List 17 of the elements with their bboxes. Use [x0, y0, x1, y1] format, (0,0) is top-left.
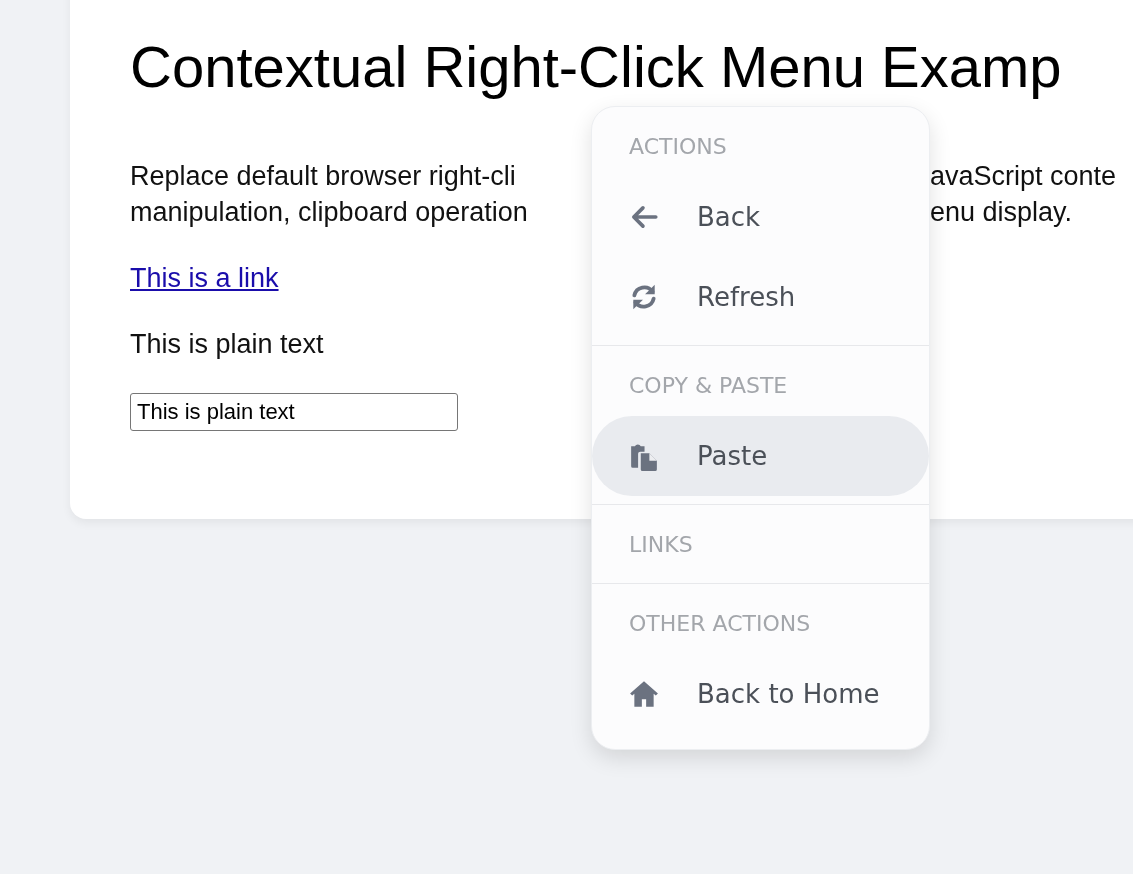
menu-section-heading: LINKS — [629, 531, 693, 557]
menu-item[interactable]: Back — [592, 177, 929, 257]
paragraph-text: Replace default browser right-cli — [130, 160, 517, 193]
menu-section-heading: ACTIONS — [629, 133, 727, 159]
home-icon — [629, 679, 659, 709]
paragraph-text: avaScript conte — [930, 160, 1117, 193]
page-title: Contextual Right-Click Menu Examp — [130, 34, 1062, 100]
paragraph-text: manipulation, clipboard operation — [130, 196, 529, 229]
menu-item[interactable]: Paste — [592, 416, 929, 496]
text-input-field[interactable]: This is plain text — [130, 393, 458, 431]
menu-item[interactable]: Refresh — [592, 257, 929, 337]
text-link[interactable]: This is a link — [130, 263, 279, 293]
menu-section-heading: OTHER ACTIONS — [629, 610, 811, 636]
plain-text: This is plain text — [130, 329, 324, 359]
menu-item[interactable]: Back to Home — [592, 654, 929, 734]
paragraph-text: enu display. — [930, 196, 1073, 229]
menu-section-heading: COPY & PASTE — [629, 372, 788, 398]
